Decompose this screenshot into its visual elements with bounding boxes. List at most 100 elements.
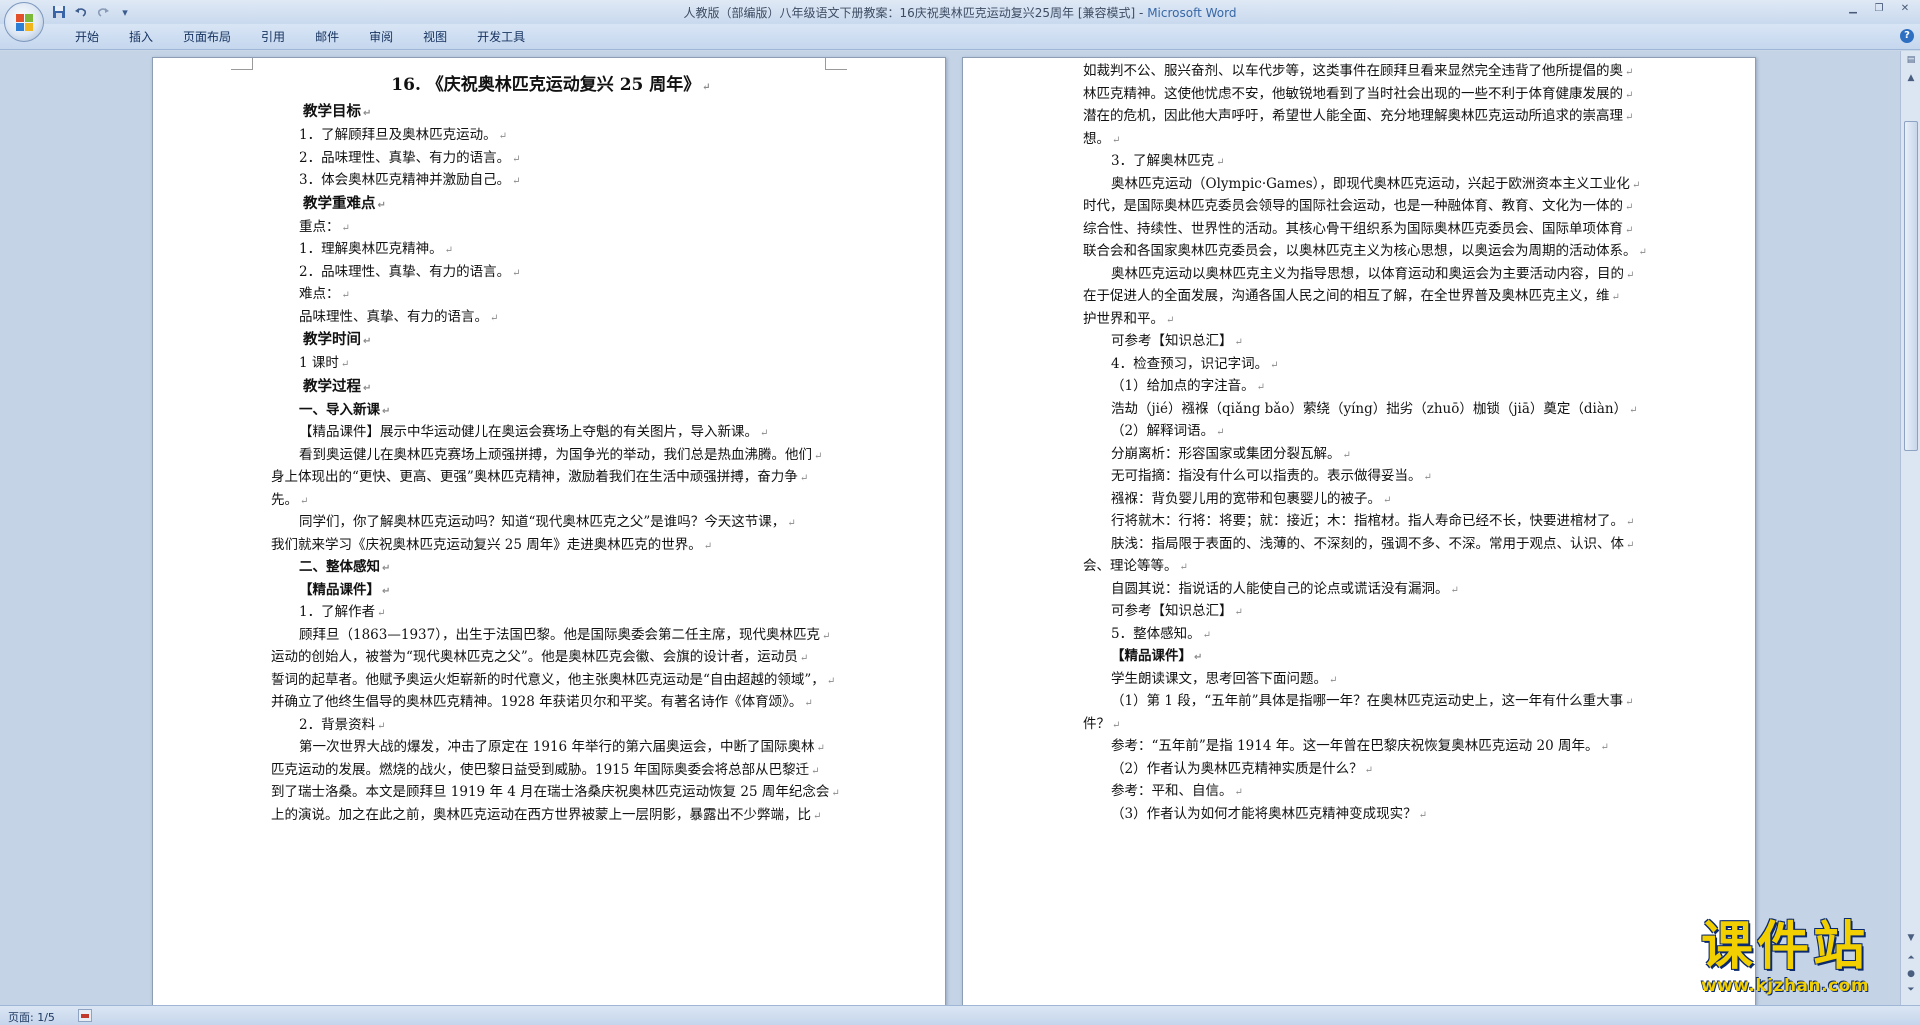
paragraph-line: 想。 ↵ — [1083, 128, 1643, 151]
document-title-text: 16. 《庆祝奥林匹克运动复兴 25 周年》 — [391, 75, 701, 95]
watermark-url-text: www.kjzhan.com — [1700, 976, 1870, 996]
minimize-icon[interactable]: ▁ — [1840, 0, 1866, 18]
paragraph-line: 可参考【知识总汇】 ↵ — [1083, 330, 1643, 353]
paragraph-line: （2）解释词语。 ↵ — [1083, 420, 1643, 443]
paragraph-mark-icon: ↵ — [1179, 562, 1188, 573]
tab-insert[interactable]: 插入 — [114, 29, 168, 45]
line-text: 浩劫（jié）襁褓（qiǎng bǎo）萦绕（yíng）拙劣（zhuō）枷锁（j… — [1111, 400, 1628, 417]
paragraph-line: 2．品味理性、真挚、有力的语言。 ↵ — [271, 147, 831, 170]
line-text: 林匹克精神。这使他忧虑不安，他敏锐地看到了当时社会出现的一些不利于体育健康发展的 — [1083, 85, 1623, 102]
line-text: 3．了解奥林匹克 — [1111, 153, 1215, 169]
line-text: 第一次世界大战的爆发，冲击了原定在 1916 年举行的第六届奥运会，中断了国际奥… — [299, 739, 815, 755]
paragraph-line: 1．了解作者 ↵ — [271, 601, 831, 624]
scrollbar-thumb[interactable] — [1904, 121, 1918, 451]
paragraph-mark-icon: ↵ — [1383, 494, 1392, 506]
line-text: 难点： — [299, 286, 340, 302]
paragraph-line: 看到奥运健儿在奥林匹克赛场上顽强拼搏，为国争光的举动，我们总是热血沸腾。他们 ↵ — [271, 444, 831, 467]
paragraph-line: 1．了解顾拜旦及奥林匹克运动。 ↵ — [271, 124, 831, 147]
watermark-logo: 课件站 www.kjzhan.com — [1660, 918, 1910, 1008]
ribbon-tabs: 开始 插入 页面布局 引用 邮件 审阅 视图 开发工具 — [60, 29, 540, 45]
paragraph-mark-icon: ↵ — [1364, 764, 1373, 776]
paragraph-mark-icon: ↵ — [1631, 179, 1641, 191]
paragraph-line: 5．整体感知。 ↵ — [1083, 623, 1643, 646]
paragraph-line: 运动的创始人，被誉为“现代奥林匹克之父”。他是奥林匹克会徽、会旗的设计者，运动员… — [271, 646, 831, 669]
paragraph-line: 2．背景资料 ↵ — [271, 714, 831, 737]
paragraph-mark-icon: ↵ — [1342, 449, 1351, 461]
paragraph-line: 匹克运动的发展。燃烧的战火，使巴黎日益受到威胁。1915 年国际奥委会将总部从巴… — [271, 759, 831, 782]
paragraph-mark-icon: ↵ — [799, 653, 809, 664]
paragraph-line: 奥林匹克运动以奥林匹克主义为指导思想，以体育运动和奥运会为主要活动内容，目的 ↵ — [1083, 263, 1643, 286]
tab-mailings[interactable]: 邮件 — [300, 29, 354, 45]
proofing-errors-icon[interactable] — [78, 1009, 92, 1022]
line-text: 襁褓：背负婴儿用的宽带和包裹婴儿的被子。 — [1111, 490, 1381, 507]
paragraph-mark-icon: ↵ — [300, 495, 309, 507]
title-bar: ▾ 人教版（部编版）八年级语文下册教案：16庆祝奥林匹克运动复兴25周年 [兼容… — [0, 0, 1920, 24]
paragraph-line: 重点： ↵ — [271, 216, 831, 239]
line-text: 教学目标 — [303, 104, 361, 120]
line-text: 护世界和平。 — [1083, 310, 1164, 327]
vertical-scrollbar[interactable]: ▤ ▲ ▼ ⏶ ● ⏷ — [1900, 51, 1920, 1005]
paragraph-mark-icon: ↵ — [341, 222, 350, 234]
section-heading: 教学目标 ↵ — [271, 100, 831, 124]
line-text: 5．整体感知。 — [1111, 625, 1201, 642]
paragraph-mark-icon: ↵ — [1202, 629, 1211, 641]
close-icon[interactable]: ✕ — [1892, 0, 1918, 18]
paragraph-line: 件？ ↵ — [1083, 713, 1643, 736]
page-left-content: 16. 《庆祝奥林匹克运动复兴 25 周年》 ↵ 教学目标 ↵ 1．了解顾拜旦及奥林匹… — [271, 70, 840, 827]
line-text: 1．了解顾拜旦及奥林匹克运动。 — [299, 127, 497, 143]
paragraph-mark-icon: ↵ — [1234, 787, 1243, 798]
paragraph-line: 联合会和各国家奥林匹克委员会，以奥林匹克主义为核心思想，以奥运会为周期的活动体系… — [1083, 240, 1647, 263]
line-text: 上的演说。加之在此之前，奥林匹克运动在西方世界被蒙上一层阴影，暴露出不少弊端，比 — [271, 806, 811, 823]
paragraph-mark-icon: ↵ — [1216, 157, 1225, 168]
line-text: 件？ — [1083, 715, 1110, 732]
paragraph-mark-icon: ↵ — [1625, 697, 1634, 708]
line-text: 【精品课件】 — [299, 581, 380, 598]
document-page-right[interactable]: 如裁判不公、服兴奋剂、以车代步等，这类事件在顾拜旦看来显然完全违背了他所提倡的奥… — [962, 57, 1756, 1005]
line-text: 潜在的危机，因此他大声呼吁，希望世人能全面、充分地理解奥林匹克运动所追求的崇高理 — [1083, 108, 1623, 124]
paragraph-line: （1）给加点的字注音。 ↵ — [1083, 375, 1643, 398]
paragraph-line: 到了瑞士洛桑。本文是顾拜旦 1919 年 4 月在瑞士洛桑庆祝奥林匹克运动恢复 … — [271, 781, 840, 804]
line-text: 我们就来学习《庆祝奥林匹克运动复兴 25 周年》走进奥林匹克的世界。 — [271, 536, 702, 553]
paragraph-mark-icon: ↵ — [498, 131, 507, 142]
line-text: 誓词的起草者。他赋予奥运火炬崭新的时代意义，他主张奥林匹克运动是“自由超越的领域… — [271, 671, 825, 688]
line-text: 1．了解作者 — [299, 604, 376, 620]
document-page-left[interactable]: 16. 《庆祝奥林匹克运动复兴 25 周年》 ↵ 教学目标 ↵ 1．了解顾拜旦及奥林匹… — [152, 57, 946, 1005]
ruler-toggle-icon[interactable]: ▤ — [1904, 53, 1918, 67]
line-text: 身上体现出的“更快、更高、更强”奥林匹克精神，激励着我们在生活中顽强拼搏，奋力争 — [271, 469, 798, 485]
paragraph-mark-icon: ↵ — [1629, 404, 1638, 416]
paragraph-line: 誓词的起草者。他赋予奥运火炬崭新的时代意义，他主张奥林匹克运动是“自由超越的领域… — [271, 669, 835, 692]
line-text: 想。 — [1083, 130, 1110, 147]
line-text: （2）作者认为奥林匹克精神实质是什么？ — [1111, 760, 1363, 777]
page-count-indicator[interactable]: 页面: 1/5 — [8, 1009, 55, 1025]
paragraph-mark-icon: ↵ — [826, 675, 836, 687]
paragraph-line: 并确立了他终生倡导的奥林匹克精神。1928 年获诺贝尔和平奖。有著名诗作《体育颂… — [271, 691, 831, 714]
restore-icon[interactable]: ❐ — [1866, 0, 1892, 18]
document-area[interactable]: 16. 《庆祝奥林匹克运动复兴 25 周年》 ↵ 教学目标 ↵ 1．了解顾拜旦及奥林匹… — [0, 51, 1900, 1005]
tab-references[interactable]: 引用 — [246, 29, 300, 45]
paragraph-line: 身上体现出的“更快、更高、更强”奥林匹克精神，激励着我们在生活中顽强拼搏，奋力争… — [271, 466, 831, 489]
scroll-up-icon[interactable]: ▲ — [1904, 71, 1918, 85]
paragraph-mark-icon: ↵ — [1626, 539, 1635, 551]
tab-page-layout[interactable]: 页面布局 — [168, 29, 246, 45]
section-heading: 教学过程 ↵ — [271, 375, 831, 399]
office-button[interactable] — [4, 2, 44, 42]
line-text: 先。 — [271, 491, 298, 508]
paragraph-line: （2）作者认为奥林匹克精神实质是什么？ ↵ — [1083, 758, 1643, 781]
paragraph-line: 难点： ↵ — [271, 283, 831, 306]
line-text: 并确立了他终生倡导的奥林匹克精神。1928 年获诺贝尔和平奖。有著名诗作《体育颂… — [271, 694, 803, 710]
line-text: 1 课时 — [299, 355, 339, 371]
paragraph-mark-icon: ↵ — [1166, 314, 1175, 326]
line-text: 看到奥运健儿在奥林匹克赛场上顽强拼搏，为国争光的举动，我们总是热血沸腾。他们 — [299, 446, 812, 463]
paragraph-line: 上的演说。加之在此之前，奥林匹克运动在西方世界被蒙上一层阴影，暴露出不少弊端，比… — [271, 804, 831, 827]
paragraph-line: 综合性、持续性、世界性的活动。其核心骨干组织系为国际奥林匹克委员会、国际单项体育… — [1083, 218, 1643, 241]
line-text: 同学们，你了解奥林匹克运动吗？知道“现代奥林匹克之父”是谁吗？今天这节课， — [299, 514, 786, 530]
tab-developer[interactable]: 开发工具 — [462, 29, 540, 45]
tab-home[interactable]: 开始 — [60, 29, 114, 45]
paragraph-line: 会、理论等等。 ↵ — [1083, 555, 1643, 578]
line-text: 行将就木：行将：将要；就：接近；木：指棺材。指人寿命已经不长，快要进棺材了。 — [1111, 513, 1624, 529]
tab-view[interactable]: 视图 — [408, 29, 462, 45]
paragraph-mark-icon: ↵ — [814, 450, 823, 462]
help-icon[interactable]: ? — [1900, 29, 1914, 43]
paragraph-mark-icon: ↵ — [1256, 382, 1265, 393]
tab-review[interactable]: 审阅 — [354, 29, 408, 45]
